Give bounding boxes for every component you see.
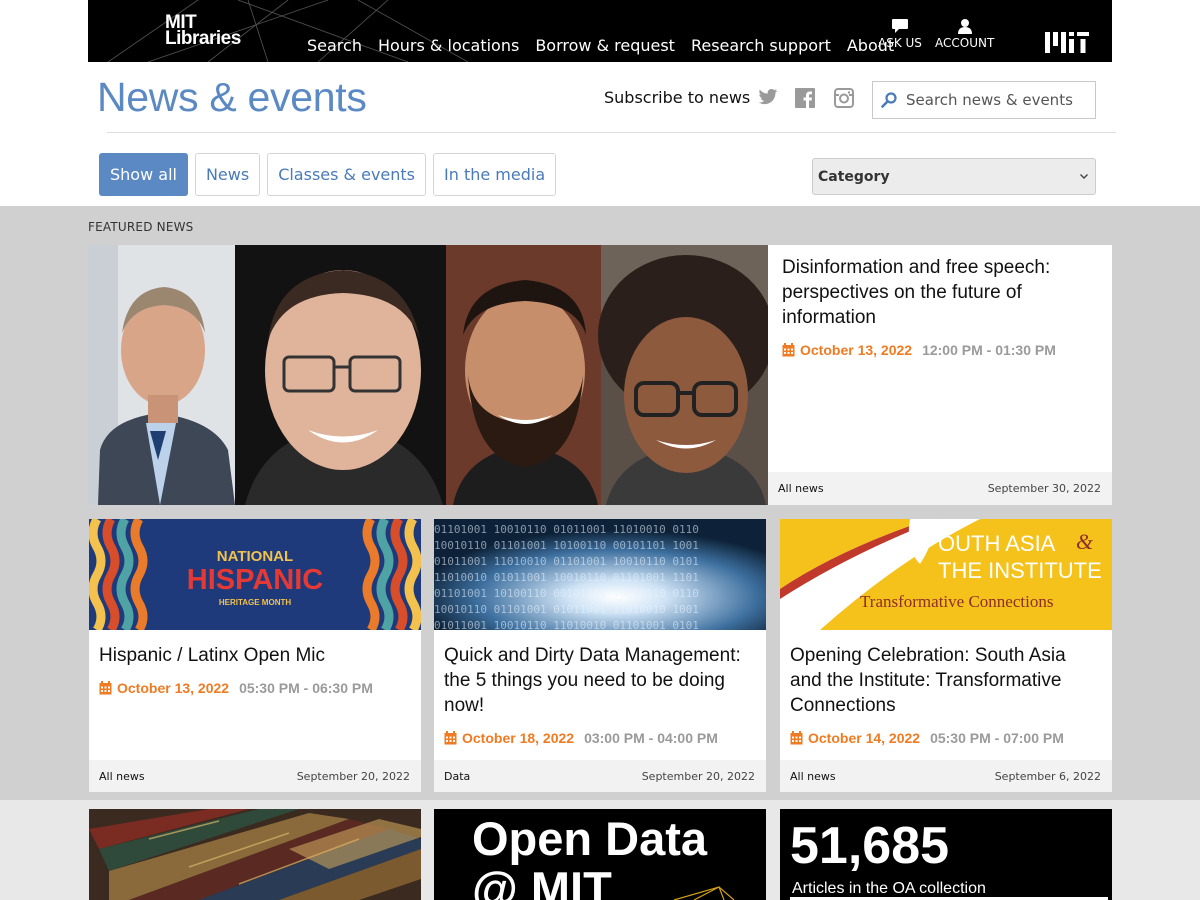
featured-news-label: FEATURED NEWS	[88, 220, 194, 234]
facebook-icon[interactable]	[795, 88, 815, 108]
svg-text:01011001 10010110 11010010 011: 01011001 10010110 11010010 01101001 0101	[434, 619, 699, 630]
account-label: ACCOUNT	[935, 36, 995, 50]
news-card-date: October 18, 2022	[462, 730, 575, 746]
filter-show-all[interactable]: Show all	[99, 153, 188, 196]
news-card-title[interactable]: Quick and Dirty Data Management: the 5 t…	[444, 643, 756, 718]
news-card: 01101001 10010110 01011001 11010010 0110…	[434, 519, 766, 792]
svg-text:10010110 01101001 10100110 001: 10010110 01101001 10100110 00101101 1001	[434, 539, 699, 552]
calendar-icon	[99, 681, 112, 695]
card-image-text-ampersand: &	[1076, 529, 1094, 554]
news-card-time: 05:30 PM - 07:00 PM	[930, 730, 1064, 746]
news-card-image[interactable]: 01101001 10010110 01011001 11010010 0110…	[434, 519, 766, 630]
news-card-posted-date: September 20, 2022	[296, 770, 410, 783]
nav-hours-locations[interactable]: Hours & locations	[378, 36, 519, 55]
mit-logo-icon[interactable]	[1045, 32, 1089, 53]
news-card-posted-date: September 6, 2022	[994, 770, 1101, 783]
news-card: OUTH ASIA & THE INSTITUTE Transformative…	[780, 519, 1112, 792]
calendar-icon	[782, 343, 795, 357]
news-card-category-link[interactable]: All news	[790, 770, 836, 783]
featured-news-footer: All news September 30, 2022	[768, 472, 1112, 505]
news-card-date: October 14, 2022	[808, 730, 921, 746]
news-card-image[interactable]: NATIONAL HISPANIC HERITAGE MONTH	[89, 519, 421, 630]
news-card-image-oa-stat[interactable]: 51,685 Articles in the OA collection	[780, 809, 1112, 900]
chat-bubble-icon	[891, 19, 908, 33]
open-data-title-line-2: @ MIT	[472, 862, 612, 900]
news-card-footer: Data September 20, 2022	[434, 760, 766, 792]
news-card-image-books[interactable]	[89, 809, 421, 900]
account-button[interactable]: ACCOUNT	[935, 18, 994, 50]
featured-category-link[interactable]: All news	[778, 482, 824, 495]
featured-news-body: Disinformation and free speech: perspect…	[768, 245, 1112, 472]
nav-research-support[interactable]: Research support	[691, 36, 831, 55]
category-select[interactable]: Category	[812, 158, 1096, 195]
oa-stat-number: 51,685	[790, 817, 949, 875]
search-icon	[881, 92, 897, 108]
featured-news-image[interactable]	[88, 245, 768, 505]
title-divider	[107, 132, 1116, 133]
news-card-time: 03:00 PM - 04:00 PM	[584, 730, 718, 746]
chevron-down-icon	[1080, 174, 1088, 179]
instagram-icon[interactable]	[834, 88, 854, 108]
news-card-image[interactable]: OUTH ASIA & THE INSTITUTE Transformative…	[780, 519, 1112, 630]
filter-tabs: Show all News Classes & events In the me…	[99, 153, 563, 196]
main-nav: Search Hours & locations Borrow & reques…	[307, 36, 910, 55]
oa-stat-label: Articles in the OA collection	[792, 880, 986, 897]
news-card-image-open-data[interactable]: Open Data @ MIT	[434, 809, 766, 900]
mit-libraries-logo[interactable]: MIT Libraries	[165, 13, 241, 49]
open-data-title-line-1: Open Data	[472, 812, 708, 865]
svg-text:01101001 10100110 00101101 100: 01101001 10100110 00101101 10010110 0110	[434, 587, 699, 600]
news-card-title[interactable]: Hispanic / Latinx Open Mic	[99, 643, 411, 668]
twitter-icon[interactable]	[758, 88, 778, 106]
news-card-date: October 13, 2022	[117, 680, 230, 696]
svg-text:01101001 10010110 01011001 110: 01101001 10010110 01011001 11010010 0110	[434, 523, 699, 536]
card-image-text-institute: THE INSTITUTE	[938, 558, 1102, 583]
filter-in-the-media[interactable]: In the media	[433, 153, 557, 196]
subscribe-label: Subscribe to news	[604, 88, 751, 107]
featured-posted-date: September 30, 2022	[987, 482, 1101, 495]
featured-event-date: October 13, 2022 12:00 PM - 01:30 PM	[782, 342, 1098, 358]
featured-news-title[interactable]: Disinformation and free speech: perspect…	[782, 255, 1098, 330]
news-card-footer: All news September 20, 2022	[89, 760, 421, 792]
card-image-text-heritage: HERITAGE MONTH	[219, 598, 292, 607]
news-card-body: Hispanic / Latinx Open Mic October 13, 2…	[89, 630, 421, 709]
card-image-text-south-asia: OUTH ASIA	[938, 531, 1056, 556]
svg-text:10010110 01101001 01011001 110: 10010110 01101001 01011001 11010010 1001	[434, 603, 699, 616]
news-card-category-link[interactable]: All news	[99, 770, 145, 783]
site-header: MIT Libraries Search Hours & locations B…	[88, 0, 1112, 62]
calendar-icon	[790, 731, 803, 745]
search-input[interactable]	[906, 91, 1086, 109]
filter-classes-events[interactable]: Classes & events	[267, 153, 427, 196]
ask-us-label: ASK US	[878, 36, 922, 50]
news-card-date-row: October 14, 2022 05:30 PM - 07:00 PM	[790, 730, 1102, 746]
news-card-posted-date: September 20, 2022	[641, 770, 755, 783]
news-card-footer: All news September 6, 2022	[780, 760, 1112, 792]
category-select-value: Category	[818, 168, 890, 185]
user-icon	[957, 19, 972, 34]
card-image-text-hispanic: HISPANIC	[187, 564, 323, 596]
featured-date: October 13, 2022	[800, 342, 913, 358]
nav-search[interactable]: Search	[307, 36, 362, 55]
news-card-category-link[interactable]: Data	[444, 770, 470, 783]
news-card-date-row: October 13, 2022 05:30 PM - 06:30 PM	[99, 680, 411, 696]
card-image-text-national: NATIONAL	[217, 548, 293, 565]
svg-text:11010010 01011001 10010110 011: 11010010 01011001 10010110 01101001 1101	[434, 571, 699, 584]
filter-news[interactable]: News	[194, 153, 261, 196]
news-card: NATIONAL HISPANIC HERITAGE MONTH Hispani…	[89, 519, 421, 792]
news-search-box[interactable]	[872, 81, 1096, 119]
featured-time: 12:00 PM - 01:30 PM	[922, 342, 1056, 358]
news-card-date-row: October 18, 2022 03:00 PM - 04:00 PM	[444, 730, 756, 746]
ask-us-button[interactable]: ASK US	[878, 18, 922, 50]
calendar-icon	[444, 731, 457, 745]
page-title: News & events	[97, 74, 367, 120]
news-card-body: Opening Celebration: South Asia and the …	[780, 630, 1112, 759]
card-image-text-transformative: Transformative Connections	[860, 592, 1053, 611]
news-card-body: Quick and Dirty Data Management: the 5 t…	[434, 630, 766, 759]
nav-borrow-request[interactable]: Borrow & request	[535, 36, 675, 55]
svg-text:01011001 11010010 01101001 100: 01011001 11010010 01101001 10010110 0101	[434, 555, 699, 568]
news-card-title[interactable]: Opening Celebration: South Asia and the …	[790, 643, 1102, 718]
logo-line-2: Libraries	[165, 28, 241, 49]
news-card-time: 05:30 PM - 06:30 PM	[239, 680, 373, 696]
